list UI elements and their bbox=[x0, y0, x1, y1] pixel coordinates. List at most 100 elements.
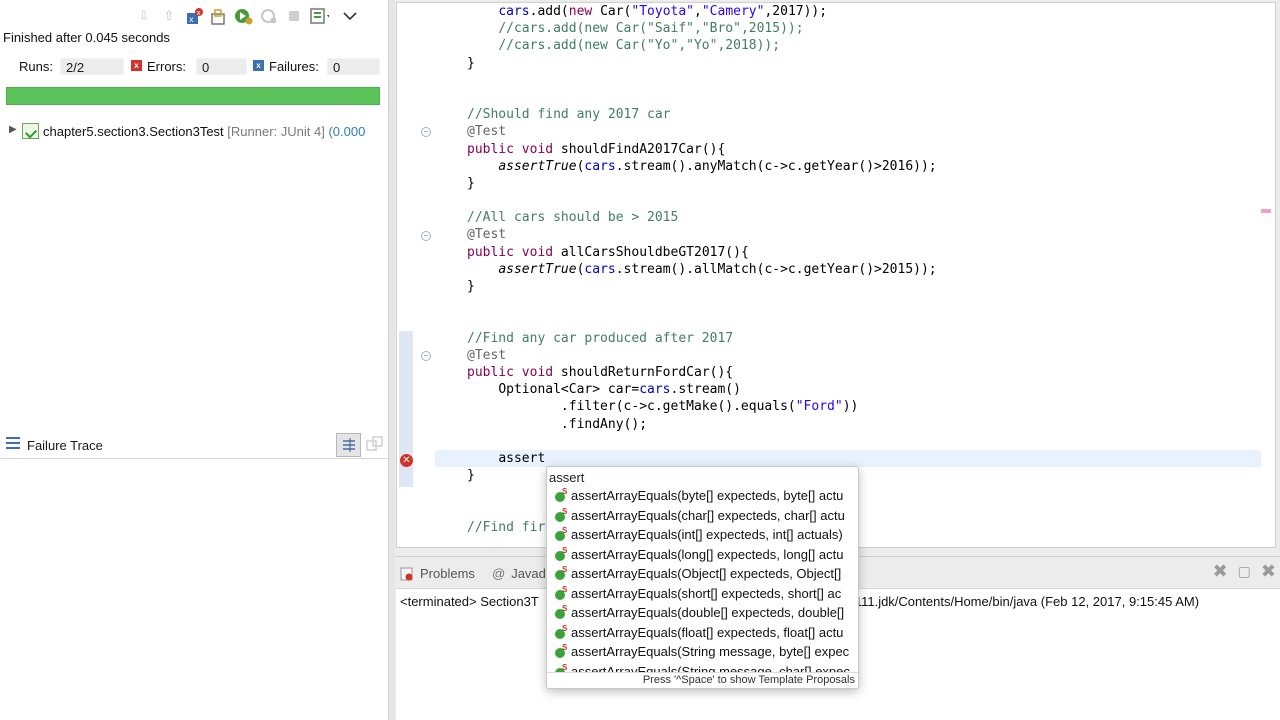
code-token: assert bbox=[498, 450, 546, 466]
code-token: new bbox=[568, 4, 593, 19]
test-progress-bar bbox=[6, 87, 380, 105]
compare-result-icon[interactable] bbox=[366, 436, 384, 454]
code-line[interactable] bbox=[467, 433, 937, 450]
code-line[interactable]: cars.add(new Car("Toyota","Camery",2017)… bbox=[467, 3, 937, 20]
view-menu-icon[interactable] bbox=[340, 6, 360, 26]
stack-trace-icon bbox=[6, 437, 20, 449]
previous-failure-icon[interactable]: ⇧ bbox=[159, 6, 179, 26]
svg-text:x: x bbox=[197, 9, 201, 17]
proposal-item[interactable]: SassertArrayEquals(float[] expecteds, fl… bbox=[553, 623, 858, 644]
proposal-label: assertArrayEquals(String message, byte[]… bbox=[571, 644, 850, 659]
code-line[interactable]: assert bbox=[467, 450, 937, 467]
code-line[interactable]: public void shouldReturnFordCar(){ bbox=[467, 364, 937, 381]
svg-text:x: x bbox=[189, 15, 194, 24]
static-badge-icon: S bbox=[562, 643, 568, 652]
code-line[interactable]: //cars.add(new Car("Saif","Bro",2015)); bbox=[467, 20, 937, 37]
static-badge-icon: S bbox=[562, 506, 568, 516]
fold-toggle-icon[interactable]: − bbox=[421, 351, 431, 361]
runs-label: Runs: bbox=[19, 59, 53, 74]
show-failures-only-icon[interactable]: xx bbox=[184, 6, 204, 26]
static-badge-icon: S bbox=[562, 545, 568, 555]
code-line[interactable] bbox=[467, 72, 937, 89]
expand-arrow-icon[interactable]: ▶ bbox=[9, 124, 17, 135]
failures-label: Failures: bbox=[269, 59, 319, 74]
code-line[interactable]: assertTrue(cars.stream().allMatch(c->c.g… bbox=[467, 261, 936, 278]
code-token: @Test bbox=[467, 227, 507, 243]
proposal-item[interactable]: SassertArrayEquals(int[] expecteds, int[… bbox=[553, 526, 858, 546]
code-line[interactable]: public void allCarsShouldbeGT2017(){ bbox=[467, 244, 937, 261]
rerun-test-icon[interactable] bbox=[234, 6, 254, 26]
remove-launch-icon[interactable]: ✖ bbox=[1213, 561, 1228, 582]
code-line[interactable] bbox=[467, 89, 937, 106]
test-run-history-icon[interactable] bbox=[309, 6, 329, 26]
javadoc-icon: @ bbox=[492, 566, 506, 581]
minimize-icon[interactable]: ▢ bbox=[1238, 563, 1251, 582]
overview-ruler-marker[interactable] bbox=[1261, 209, 1271, 213]
code-token: //Find any car produced after 2017 bbox=[467, 330, 734, 346]
code-line[interactable]: //Should find any 2017 car bbox=[467, 106, 937, 123]
proposal-label: assertArrayEquals(char[] expecteds, char… bbox=[571, 507, 845, 523]
content-assist-popup[interactable]: assert SassertArrayEquals(byte[] expecte… bbox=[546, 466, 859, 689]
console-java-path: .0_111.jdk/Contents/Home/bin/java (Feb 1… bbox=[836, 594, 1200, 609]
tab-problems[interactable]: Problems bbox=[400, 566, 475, 581]
code-line[interactable]: public void shouldFindA2017Car(){ bbox=[467, 141, 937, 158]
fold-toggle-icon[interactable]: − bbox=[421, 127, 431, 137]
code-token: shouldFindA2017Car(){ bbox=[553, 141, 726, 157]
code-line[interactable]: @Test bbox=[467, 123, 937, 140]
tab-javadoc[interactable]: @ Javad bbox=[492, 566, 546, 581]
code-area[interactable]: cars.add(new Car("Toyota","Camery",2017)… bbox=[467, 3, 937, 536]
static-badge-icon: S bbox=[562, 526, 568, 535]
code-token: cars bbox=[584, 261, 616, 277]
proposal-item[interactable]: SassertArrayEquals(short[] expecteds, sh… bbox=[553, 584, 858, 605]
code-line[interactable]: } bbox=[467, 278, 937, 295]
stop-icon[interactable] bbox=[284, 6, 304, 26]
proposal-label: assertArrayEquals(byte[] expecteds, byte… bbox=[571, 488, 844, 503]
filter-stack-trace-button[interactable] bbox=[336, 433, 361, 457]
code-token: //All cars should be > 2015 bbox=[467, 210, 679, 226]
remove-all-launches-icon[interactable]: ✖ bbox=[1261, 561, 1276, 582]
static-badge-icon: S bbox=[562, 623, 568, 633]
view-sash[interactable] bbox=[388, 0, 395, 720]
code-token: ,2017)); bbox=[764, 4, 828, 19]
proposal-item[interactable]: SassertArrayEquals(Object[] expecteds, O… bbox=[553, 565, 858, 585]
proposal-item[interactable]: SassertArrayEquals(String message, byte[… bbox=[553, 643, 858, 663]
code-line[interactable]: //cars.add(new Car("Yo","Yo",2018)); bbox=[467, 37, 937, 54]
code-line[interactable]: Optional<Car> car=cars.stream() bbox=[467, 381, 937, 398]
test-tree-item[interactable]: ▶ chapter5.section3.Section3Test [Runner… bbox=[0, 122, 388, 142]
code-token: )) bbox=[842, 399, 859, 415]
scroll-lock-icon[interactable] bbox=[209, 6, 229, 26]
code-line[interactable]: //All cars should be > 2015 bbox=[467, 209, 937, 226]
fold-toggle-icon[interactable]: − bbox=[421, 231, 431, 241]
proposal-item[interactable]: SassertArrayEquals(char[] expecteds, cha… bbox=[553, 506, 858, 527]
code-token: cars bbox=[584, 158, 616, 174]
code-line[interactable]: @Test bbox=[467, 226, 937, 243]
code-line[interactable] bbox=[467, 295, 937, 312]
code-line[interactable]: } bbox=[467, 175, 937, 192]
static-badge-icon: S bbox=[562, 604, 568, 613]
code-line[interactable] bbox=[467, 192, 937, 209]
test-tree-label[interactable]: chapter5.section3.Section3Test [Runner: … bbox=[43, 124, 365, 139]
code-line[interactable]: //Find any car produced after 2017 bbox=[467, 330, 937, 347]
code-line[interactable] bbox=[467, 312, 937, 329]
code-line[interactable]: } bbox=[467, 55, 937, 72]
errors-label: Errors: bbox=[147, 59, 186, 74]
proposal-item[interactable]: SassertArrayEquals(double[] expecteds, d… bbox=[553, 604, 858, 624]
editor-gutter: − − − ✕ bbox=[397, 3, 435, 547]
code-line[interactable]: assertTrue(cars.stream().anyMatch(c->c.g… bbox=[467, 158, 936, 175]
code-line[interactable]: @Test bbox=[467, 347, 937, 364]
proposal-label: assertArrayEquals(Object[] expecteds, Ob… bbox=[571, 566, 842, 581]
code-token: assertTrue bbox=[498, 261, 577, 277]
static-badge-icon: S bbox=[562, 584, 568, 594]
next-failure-icon[interactable]: ⇩ bbox=[134, 6, 154, 26]
rerun-failures-first-icon[interactable] bbox=[259, 6, 279, 26]
code-line[interactable]: .filter(c->c.getMake().equals("Ford")) bbox=[467, 398, 937, 415]
proposal-list[interactable]: SassertArrayEquals(byte[] expecteds, byt… bbox=[553, 487, 858, 682]
failure-trace-header: Failure Trace bbox=[0, 433, 388, 459]
code-line[interactable]: .findAny(); bbox=[467, 416, 937, 433]
proposal-item[interactable]: SassertArrayEquals(long[] expecteds, lon… bbox=[553, 545, 858, 566]
proposal-item[interactable]: SassertArrayEquals(byte[] expecteds, byt… bbox=[553, 487, 858, 507]
error-marker-icon[interactable]: ✕ bbox=[400, 454, 413, 467]
code-token: //Should find any 2017 car bbox=[467, 107, 671, 123]
console-terminated-text: <terminated> Section3T bbox=[400, 594, 539, 609]
